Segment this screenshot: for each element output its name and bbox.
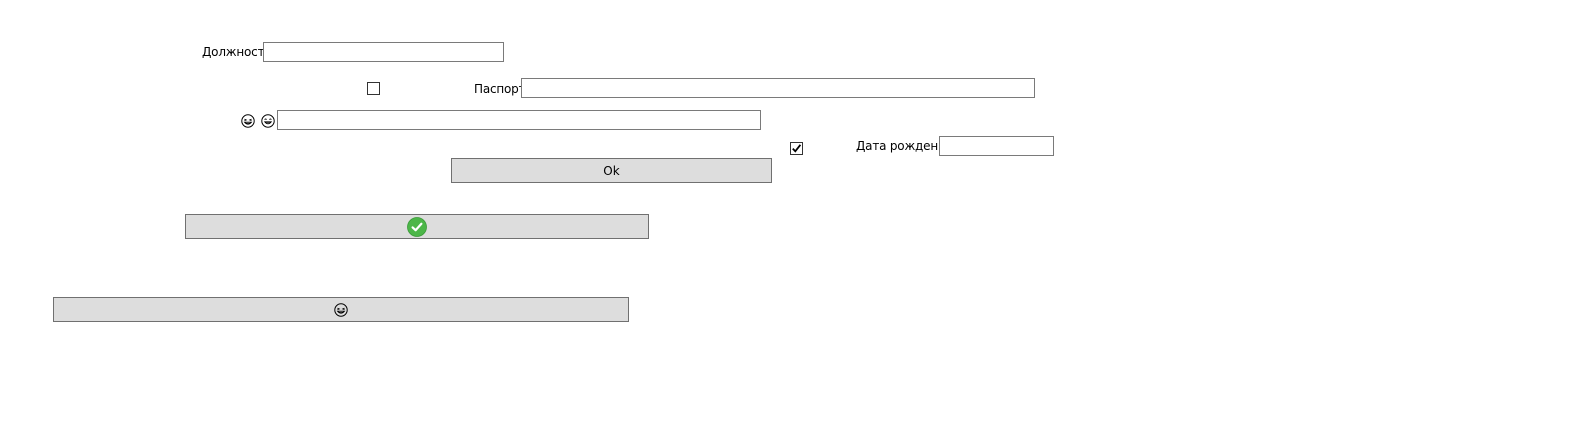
laughing-face-icon [334, 302, 348, 317]
passport-input[interactable] [521, 78, 1035, 98]
position-input[interactable] [263, 42, 504, 62]
laughing-face-icon [241, 114, 255, 128]
ok-button[interactable]: Ok [451, 158, 772, 183]
checkmark-icon [792, 144, 802, 153]
check-button[interactable] [185, 214, 649, 239]
emoji-input[interactable] [277, 110, 761, 130]
checkbox-checked[interactable] [790, 142, 803, 155]
position-label: Должность [202, 45, 272, 59]
emoji-label [241, 113, 275, 129]
checkbox-unchecked[interactable] [367, 82, 380, 95]
emoji-button[interactable] [53, 297, 629, 322]
green-check-icon [407, 216, 427, 237]
grinning-face-icon [261, 114, 275, 128]
passport-label: Паспорт [474, 82, 526, 96]
ok-button-label: Ok [603, 163, 620, 178]
birthdate-input[interactable] [939, 136, 1054, 156]
